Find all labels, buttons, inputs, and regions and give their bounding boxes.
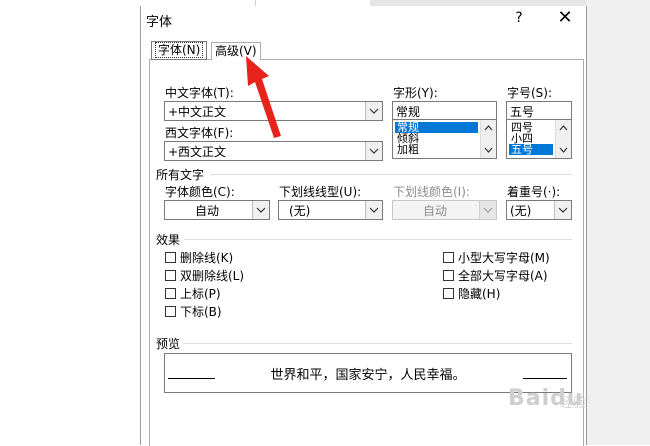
font-size-label: 字号(S): — [507, 86, 553, 100]
font-size-input[interactable]: 五号 — [506, 101, 572, 120]
font-style-option[interactable]: 加粗 — [395, 144, 421, 155]
small-caps-checkbox[interactable]: 小型大写字母(M) — [443, 250, 550, 265]
checkbox-box[interactable] — [165, 287, 176, 299]
font-color-select[interactable]: 自动 — [164, 200, 270, 220]
tab-advanced-label: 高级(V) — [215, 44, 257, 58]
chevron-down-icon[interactable] — [252, 201, 269, 219]
small-caps-label: 小型大写字母(M) — [458, 250, 550, 265]
scroll-down-icon[interactable] — [556, 143, 571, 157]
all-text-section-label: 所有文字 — [156, 168, 205, 182]
western-font-value: +西文正文 — [168, 145, 227, 159]
scroll-down-icon[interactable] — [481, 143, 496, 157]
emphasis-mark-value: (无) — [510, 204, 532, 218]
tab-font-label: 字体(N) — [155, 42, 204, 58]
all-caps-label: 全部大写字母(A) — [458, 268, 548, 283]
font-style-list[interactable]: 常规 倾斜 加粗 — [392, 119, 497, 159]
tab-advanced[interactable]: 高级(V) — [211, 42, 261, 60]
font-color-label: 字体颜色(C): — [165, 185, 235, 199]
font-size-value: 五号 — [510, 105, 535, 119]
chinese-font-select[interactable]: +中文正文 — [164, 101, 383, 121]
hidden-checkbox[interactable]: 隐藏(H) — [443, 286, 501, 301]
title-bar: 字体 ? ✕ — [141, 6, 586, 34]
preview-section-label: 预览 — [156, 337, 181, 351]
font-size-list[interactable]: 四号 小四 五号 — [506, 119, 572, 159]
effects-section-label: 效果 — [156, 233, 181, 247]
western-font-label: 西文字体(F): — [165, 126, 234, 140]
preview-text: 世界和平，国家安宁，人民幸福。 — [270, 368, 466, 383]
emphasis-mark-label: 着重号(·): — [507, 185, 561, 199]
font-style-label: 字形(Y): — [393, 86, 438, 100]
section-divider — [210, 174, 572, 175]
font-style-input[interactable]: 常规 — [392, 101, 497, 120]
strikethrough-label: 删除线(K) — [180, 250, 234, 265]
font-size-scrollbar[interactable] — [555, 120, 571, 158]
scroll-up-icon[interactable] — [481, 121, 496, 135]
strikethrough-checkbox[interactable]: 删除线(K) — [165, 250, 234, 265]
background-right — [586, 0, 650, 445]
underline-type-value: (无) — [289, 204, 311, 218]
hidden-label: 隐藏(H) — [458, 286, 501, 301]
chinese-font-label: 中文字体(T): — [165, 86, 234, 100]
chevron-down-icon[interactable] — [365, 201, 382, 219]
scroll-up-icon[interactable] — [556, 121, 571, 135]
checkbox-box[interactable] — [443, 251, 454, 263]
background-left — [0, 0, 140, 445]
chinese-font-value: +中文正文 — [168, 105, 227, 119]
underline-color-label: 下划线颜色(I): — [393, 185, 470, 199]
emphasis-mark-select[interactable]: (无) — [506, 200, 572, 220]
chevron-down-icon[interactable] — [365, 142, 382, 160]
subscript-checkbox[interactable]: 下标(B) — [165, 304, 222, 319]
section-divider — [184, 239, 572, 240]
superscript-label: 上标(P) — [180, 286, 221, 301]
preview-baseline-right — [523, 378, 567, 379]
chevron-down-icon — [479, 201, 496, 219]
checkbox-box[interactable] — [165, 251, 176, 263]
chevron-down-icon[interactable] — [365, 102, 382, 120]
font-size-option[interactable]: 五号 — [509, 144, 553, 155]
subscript-label: 下标(B) — [180, 304, 222, 319]
all-caps-checkbox[interactable]: 全部大写字母(A) — [443, 268, 548, 283]
preview-baseline-left — [168, 378, 215, 379]
section-divider — [184, 343, 572, 344]
double-strikethrough-checkbox[interactable]: 双删除线(L) — [165, 268, 245, 283]
watermark-suffix: 经验 — [560, 396, 587, 411]
western-font-select[interactable]: +西文正文 — [164, 141, 383, 161]
help-button[interactable]: ? — [511, 10, 527, 26]
checkbox-box[interactable] — [443, 269, 454, 281]
chevron-down-icon[interactable] — [554, 201, 571, 219]
font-style-scrollbar[interactable] — [480, 120, 496, 158]
checkbox-box[interactable] — [165, 269, 176, 281]
underline-color-value: 自动 — [423, 204, 448, 218]
dialog-title: 字体 — [146, 15, 173, 30]
superscript-checkbox[interactable]: 上标(P) — [165, 286, 221, 301]
checkbox-box[interactable] — [443, 287, 454, 299]
checkbox-box[interactable] — [165, 305, 176, 317]
double-strikethrough-label: 双删除线(L) — [180, 268, 245, 283]
underline-type-label: 下划线线型(U): — [279, 185, 362, 199]
font-color-value: 自动 — [195, 204, 220, 218]
tab-font[interactable]: 字体(N) — [151, 41, 208, 60]
underline-type-select[interactable]: (无) — [278, 200, 383, 220]
close-button[interactable]: ✕ — [555, 7, 575, 28]
underline-color-select: 自动 — [392, 200, 497, 220]
font-style-value: 常规 — [396, 105, 421, 119]
